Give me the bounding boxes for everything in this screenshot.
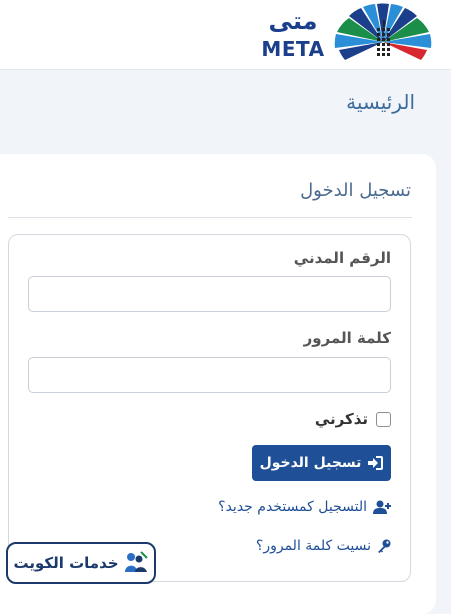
login-heading: تسجيل الدخول [300, 180, 411, 201]
logo-english-text: META [261, 37, 325, 61]
login-button-label: تسجيل الدخول [259, 455, 362, 471]
kuwait-services-icon [124, 551, 148, 572]
forgot-password-label: نسيت كلمة المرور؟ [255, 538, 371, 554]
watermark-text: خدمات الكويت [13, 554, 119, 572]
civil-id-label: الرقم المدني [293, 249, 391, 267]
forgot-password-link[interactable]: نسيت كلمة المرور؟ [256, 535, 391, 557]
page-title: الرئيسية [346, 90, 415, 114]
remember-me-checkbox[interactable] [376, 411, 391, 427]
password-input[interactable] [28, 357, 391, 393]
kuwait-emblem-icon [334, 3, 432, 60]
watermark-badge: خدمات الكويت [6, 542, 156, 584]
divider [8, 217, 412, 218]
user-plus-icon [373, 500, 391, 514]
remember-me-row[interactable]: تذكرني [315, 408, 391, 430]
password-label: كلمة المرور [303, 329, 391, 347]
top-bar: متى META [0, 0, 451, 70]
meta-logo[interactable]: متى META [257, 2, 435, 66]
civil-id-input[interactable] [28, 276, 391, 312]
sign-in-icon [368, 456, 384, 470]
logo-arabic-text: متى [268, 7, 318, 35]
register-link[interactable]: التسجيل كمستخدم جديد؟ [218, 496, 391, 518]
remember-me-label: تذكرني [314, 410, 368, 428]
register-link-label: التسجيل كمستخدم جديد؟ [218, 499, 367, 515]
login-button[interactable]: تسجيل الدخول [252, 445, 391, 481]
key-icon [378, 539, 391, 553]
